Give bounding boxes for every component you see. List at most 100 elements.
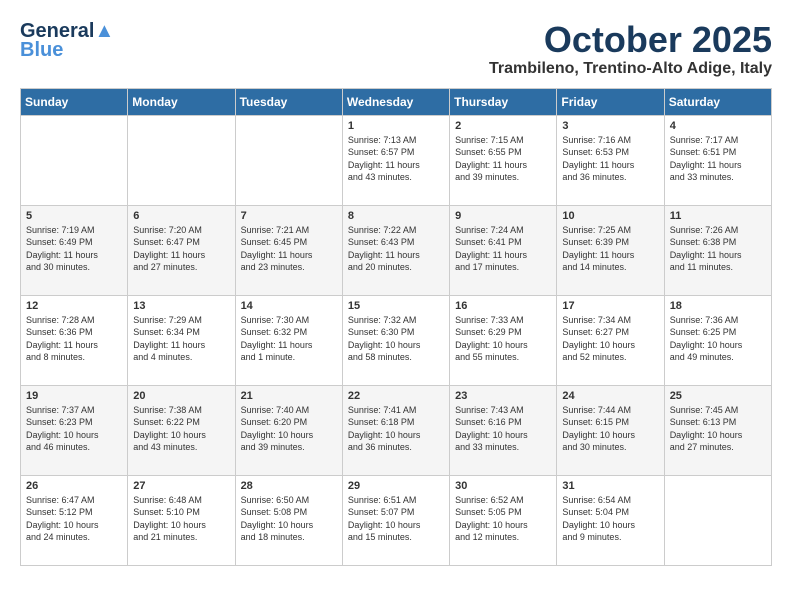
calendar-day-cell: 4 Sunrise: 7:17 AM Sunset: 6:51 PM Daylig… — [664, 115, 771, 205]
day-number: 1 — [348, 120, 444, 132]
calendar-day-cell: 23 Sunrise: 7:43 AM Sunset: 6:16 PM Dayli… — [450, 385, 557, 475]
logo: General▲ Blue — [20, 20, 114, 62]
day-number: 7 — [241, 210, 337, 222]
calendar-day-cell: 5 Sunrise: 7:19 AM Sunset: 6:49 PM Daylig… — [21, 205, 128, 295]
day-info: Sunrise: 7:21 AM Sunset: 6:45 PM Dayligh… — [241, 224, 337, 274]
day-number: 31 — [562, 480, 658, 492]
day-info: Sunrise: 6:48 AM Sunset: 5:10 PM Dayligh… — [133, 494, 229, 544]
day-number: 30 — [455, 480, 551, 492]
calendar-day-cell: 11 Sunrise: 7:26 AM Sunset: 6:38 PM Dayli… — [664, 205, 771, 295]
day-info: Sunrise: 7:15 AM Sunset: 6:55 PM Dayligh… — [455, 134, 551, 184]
calendar-day-cell: 31Sunrise: 6:54 AM Sunset: 5:04 PM Dayli… — [557, 475, 664, 565]
day-info: Sunrise: 7:38 AM Sunset: 6:22 PM Dayligh… — [133, 404, 229, 454]
day-info: Sunrise: 7:45 AM Sunset: 6:13 PM Dayligh… — [670, 404, 766, 454]
day-number: 6 — [133, 210, 229, 222]
calendar-day-cell: 16 Sunrise: 7:33 AM Sunset: 6:29 PM Dayli… — [450, 295, 557, 385]
day-info: Sunrise: 7:17 AM Sunset: 6:51 PM Dayligh… — [670, 134, 766, 184]
calendar-day-cell: 22Sunrise: 7:41 AM Sunset: 6:18 PM Dayli… — [342, 385, 449, 475]
day-number: 29 — [348, 480, 444, 492]
calendar-week-row: 19 Sunrise: 7:37 AM Sunset: 6:23 PM Dayli… — [21, 385, 772, 475]
calendar-day-cell — [235, 115, 342, 205]
calendar-day-cell — [128, 115, 235, 205]
calendar-day-cell — [664, 475, 771, 565]
day-info: Sunrise: 7:22 AM Sunset: 6:43 PM Dayligh… — [348, 224, 444, 274]
day-number: 13 — [133, 300, 229, 312]
day-info: Sunrise: 7:19 AM Sunset: 6:49 PM Dayligh… — [26, 224, 122, 274]
calendar-day-cell: 8Sunrise: 7:22 AM Sunset: 6:43 PM Daylig… — [342, 205, 449, 295]
day-info: Sunrise: 7:41 AM Sunset: 6:18 PM Dayligh… — [348, 404, 444, 454]
day-number: 15 — [348, 300, 444, 312]
calendar-weekday-header: Tuesday — [235, 88, 342, 115]
page-header: General▲ Blue October 2025 Trambileno, T… — [20, 20, 772, 78]
calendar-day-cell: 21 Sunrise: 7:40 AM Sunset: 6:20 PM Dayli… — [235, 385, 342, 475]
calendar-body: 1 Sunrise: 7:13 AM Sunset: 6:57 PM Daylig… — [21, 115, 772, 565]
calendar-week-row: 12Sunrise: 7:28 AM Sunset: 6:36 PM Dayli… — [21, 295, 772, 385]
calendar-day-cell: 28Sunrise: 6:50 AM Sunset: 5:08 PM Dayli… — [235, 475, 342, 565]
calendar-day-cell — [21, 115, 128, 205]
day-info: Sunrise: 7:16 AM Sunset: 6:53 PM Dayligh… — [562, 134, 658, 184]
calendar-day-cell: 14 Sunrise: 7:30 AM Sunset: 6:32 PM Dayli… — [235, 295, 342, 385]
calendar-day-cell: 2 Sunrise: 7:15 AM Sunset: 6:55 PM Daylig… — [450, 115, 557, 205]
day-info: Sunrise: 7:26 AM Sunset: 6:38 PM Dayligh… — [670, 224, 766, 274]
day-number: 24 — [562, 390, 658, 402]
calendar-header-row: SundayMondayTuesdayWednesdayThursdayFrid… — [21, 88, 772, 115]
day-number: 11 — [670, 210, 766, 222]
day-info: Sunrise: 7:40 AM Sunset: 6:20 PM Dayligh… — [241, 404, 337, 454]
title-block: October 2025 Trambileno, Trentino-Alto A… — [489, 20, 772, 78]
calendar-week-row: 26 Sunrise: 6:47 AM Sunset: 5:12 PM Dayli… — [21, 475, 772, 565]
calendar-day-cell: 29 Sunrise: 6:51 AM Sunset: 5:07 PM Dayli… — [342, 475, 449, 565]
day-info: Sunrise: 7:30 AM Sunset: 6:32 PM Dayligh… — [241, 314, 337, 364]
day-info: Sunrise: 7:24 AM Sunset: 6:41 PM Dayligh… — [455, 224, 551, 274]
day-number: 5 — [26, 210, 122, 222]
calendar-day-cell: 6 Sunrise: 7:20 AM Sunset: 6:47 PM Daylig… — [128, 205, 235, 295]
day-info: Sunrise: 7:37 AM Sunset: 6:23 PM Dayligh… — [26, 404, 122, 454]
day-number: 21 — [241, 390, 337, 402]
calendar-week-row: 1 Sunrise: 7:13 AM Sunset: 6:57 PM Daylig… — [21, 115, 772, 205]
calendar-day-cell: 20 Sunrise: 7:38 AM Sunset: 6:22 PM Dayli… — [128, 385, 235, 475]
day-number: 12 — [26, 300, 122, 312]
calendar-day-cell: 19 Sunrise: 7:37 AM Sunset: 6:23 PM Dayli… — [21, 385, 128, 475]
day-info: Sunrise: 7:32 AM Sunset: 6:30 PM Dayligh… — [348, 314, 444, 364]
day-number: 9 — [455, 210, 551, 222]
day-info: Sunrise: 7:13 AM Sunset: 6:57 PM Dayligh… — [348, 134, 444, 184]
day-info: Sunrise: 7:29 AM Sunset: 6:34 PM Dayligh… — [133, 314, 229, 364]
calendar-day-cell: 30 Sunrise: 6:52 AM Sunset: 5:05 PM Dayli… — [450, 475, 557, 565]
calendar-day-cell: 1 Sunrise: 7:13 AM Sunset: 6:57 PM Daylig… — [342, 115, 449, 205]
day-number: 16 — [455, 300, 551, 312]
calendar-weekday-header: Saturday — [664, 88, 771, 115]
day-number: 28 — [241, 480, 337, 492]
month-title: October 2025 — [489, 20, 772, 60]
day-info: Sunrise: 7:25 AM Sunset: 6:39 PM Dayligh… — [562, 224, 658, 274]
day-info: Sunrise: 7:44 AM Sunset: 6:15 PM Dayligh… — [562, 404, 658, 454]
day-info: Sunrise: 7:36 AM Sunset: 6:25 PM Dayligh… — [670, 314, 766, 364]
logo-blue: Blue — [20, 39, 63, 62]
day-number: 26 — [26, 480, 122, 492]
calendar-day-cell: 26 Sunrise: 6:47 AM Sunset: 5:12 PM Dayli… — [21, 475, 128, 565]
calendar-day-cell: 18Sunrise: 7:36 AM Sunset: 6:25 PM Dayli… — [664, 295, 771, 385]
calendar-day-cell: 17Sunrise: 7:34 AM Sunset: 6:27 PM Dayli… — [557, 295, 664, 385]
day-number: 10 — [562, 210, 658, 222]
day-info: Sunrise: 6:47 AM Sunset: 5:12 PM Dayligh… — [26, 494, 122, 544]
day-info: Sunrise: 6:52 AM Sunset: 5:05 PM Dayligh… — [455, 494, 551, 544]
day-number: 25 — [670, 390, 766, 402]
day-number: 20 — [133, 390, 229, 402]
calendar-weekday-header: Friday — [557, 88, 664, 115]
day-number: 19 — [26, 390, 122, 402]
calendar-day-cell: 7 Sunrise: 7:21 AM Sunset: 6:45 PM Daylig… — [235, 205, 342, 295]
calendar-day-cell: 15 Sunrise: 7:32 AM Sunset: 6:30 PM Dayli… — [342, 295, 449, 385]
day-info: Sunrise: 7:20 AM Sunset: 6:47 PM Dayligh… — [133, 224, 229, 274]
day-number: 17 — [562, 300, 658, 312]
day-info: Sunrise: 6:51 AM Sunset: 5:07 PM Dayligh… — [348, 494, 444, 544]
day-number: 14 — [241, 300, 337, 312]
day-number: 4 — [670, 120, 766, 132]
calendar-weekday-header: Monday — [128, 88, 235, 115]
day-number: 2 — [455, 120, 551, 132]
day-info: Sunrise: 7:33 AM Sunset: 6:29 PM Dayligh… — [455, 314, 551, 364]
day-number: 27 — [133, 480, 229, 492]
location-title: Trambileno, Trentino-Alto Adige, Italy — [489, 60, 772, 78]
day-info: Sunrise: 7:43 AM Sunset: 6:16 PM Dayligh… — [455, 404, 551, 454]
calendar-weekday-header: Thursday — [450, 88, 557, 115]
day-number: 3 — [562, 120, 658, 132]
calendar-day-cell: 10 Sunrise: 7:25 AM Sunset: 6:39 PM Dayli… — [557, 205, 664, 295]
day-number: 23 — [455, 390, 551, 402]
